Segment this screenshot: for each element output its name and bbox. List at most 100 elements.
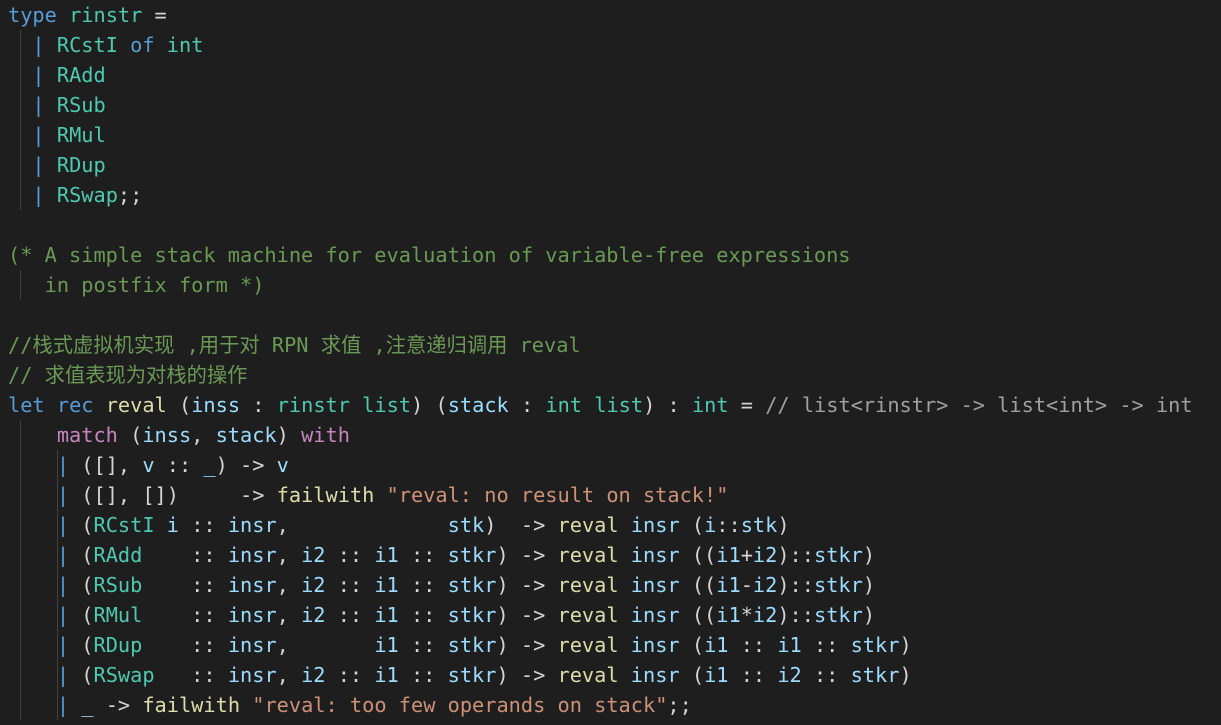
- code-token: ::: [325, 603, 375, 627]
- code-token: insr: [227, 513, 277, 537]
- indent-guide: [20, 90, 22, 120]
- code-token: RMul: [93, 603, 143, 627]
- code-token: ): [643, 393, 656, 417]
- code-token: |: [32, 33, 45, 57]
- code-token: RMul: [56, 123, 106, 147]
- code-line[interactable]: | (RAdd :: insr, i2 :: i1 :: stkr) -> re…: [0, 540, 1221, 570]
- code-token: ,: [276, 513, 448, 537]
- indent-guide: [20, 450, 22, 480]
- code-token: ;;: [117, 183, 143, 207]
- code-line[interactable]: [0, 210, 1221, 240]
- code-token: |: [56, 663, 70, 687]
- indent-guide: [57, 480, 58, 510]
- code-token: |: [56, 513, 70, 537]
- code-token: rec: [56, 393, 94, 417]
- code-token: "reval: too few operands on stack": [252, 693, 668, 717]
- code-line[interactable]: // 求值表现为对栈的操作: [0, 360, 1221, 390]
- code-token: |: [56, 603, 70, 627]
- code-line[interactable]: | RCstI of int: [0, 30, 1221, 60]
- code-token: RAdd: [56, 63, 106, 87]
- code-line[interactable]: //栈式虚拟机实现 ,用于对 RPN 求值 ,注意递归调用 reval: [0, 330, 1221, 360]
- code-token: (: [69, 603, 94, 627]
- code-token: i1: [374, 573, 399, 597]
- code-line[interactable]: | RAdd: [0, 60, 1221, 90]
- code-line[interactable]: | RSwap;;: [0, 180, 1221, 210]
- code-token: _: [81, 693, 94, 717]
- code-token: stack: [447, 393, 509, 417]
- code-token: insr: [227, 663, 277, 687]
- code-token: ((: [679, 603, 717, 627]
- code-line[interactable]: [0, 300, 1221, 330]
- code-token: stkr: [813, 573, 863, 597]
- code-token: |: [56, 633, 70, 657]
- code-token: i1: [374, 543, 399, 567]
- code-token: |: [32, 183, 45, 207]
- code-token: |: [56, 573, 70, 597]
- code-token: i2: [752, 573, 778, 597]
- code-line[interactable]: let rec reval (inss : rinstr list) (stac…: [0, 390, 1221, 420]
- code-token: i2: [752, 603, 778, 627]
- code-token: ::: [801, 663, 851, 687]
- code-token: ((: [679, 573, 717, 597]
- code-line[interactable]: type rinstr =: [0, 0, 1221, 30]
- code-token: i2: [752, 543, 778, 567]
- code-token: (: [69, 543, 94, 567]
- code-line[interactable]: | (RDup :: insr, i1 :: stkr) -> reval in…: [0, 630, 1221, 660]
- code-token: |: [32, 153, 45, 177]
- code-line[interactable]: | RSub: [0, 90, 1221, 120]
- code-token: in postfix form *): [8, 273, 265, 297]
- code-token: ::: [154, 663, 228, 687]
- code-line[interactable]: (* A simple stack machine for evaluation…: [0, 240, 1221, 270]
- code-token: RSwap: [56, 183, 118, 207]
- code-line[interactable]: | RMul: [0, 120, 1221, 150]
- code-line[interactable]: match (inss, stack) with: [0, 420, 1221, 450]
- code-token: stkr: [850, 663, 900, 687]
- code-token: int: [166, 33, 204, 57]
- indent-guide: [20, 660, 22, 690]
- code-token: |: [32, 63, 45, 87]
- code-token: stkr: [813, 603, 863, 627]
- indent-guide: [57, 630, 58, 660]
- code-line[interactable]: | ([], []) -> failwith "reval: no result…: [0, 480, 1221, 510]
- code-line[interactable]: | (RCstI i :: insr, stk) -> reval insr (…: [0, 510, 1221, 540]
- code-token: (: [679, 633, 705, 657]
- code-editor[interactable]: type rinstr = | RCstI of int | RAdd | RS…: [0, 0, 1221, 725]
- code-token: i: [704, 513, 717, 537]
- code-token: *: [740, 603, 753, 627]
- code-token: ::: [398, 603, 448, 627]
- code-line[interactable]: in postfix form *): [0, 270, 1221, 300]
- code-token: ([], []) ->: [69, 483, 277, 507]
- code-token: stkr: [447, 663, 497, 687]
- indent-guide: [57, 570, 58, 600]
- code-line[interactable]: | (RSwap :: insr, i2 :: i1 :: stkr) -> r…: [0, 660, 1221, 690]
- code-token: match: [56, 423, 118, 447]
- code-token: ,: [276, 633, 375, 657]
- code-line[interactable]: | (RMul :: insr, i2 :: i1 :: stkr) -> re…: [0, 600, 1221, 630]
- code-token: (: [117, 423, 143, 447]
- code-token: (: [69, 663, 94, 687]
- code-line[interactable]: | (RSub :: insr, i2 :: i1 :: stkr) -> re…: [0, 570, 1221, 600]
- code-line[interactable]: | ([], v :: _) -> v: [0, 450, 1221, 480]
- code-token: (: [679, 513, 705, 537]
- code-token: i1: [374, 603, 399, 627]
- code-line[interactable]: | RDup: [0, 150, 1221, 180]
- code-token: =: [728, 393, 766, 417]
- code-token: ,: [276, 543, 302, 567]
- code-token: ,: [276, 663, 302, 687]
- code-token: ::: [325, 573, 375, 597]
- code-token: ) ->: [496, 633, 558, 657]
- code-token: v: [142, 453, 155, 477]
- code-token: RSub: [93, 573, 143, 597]
- code-token: inss: [142, 423, 192, 447]
- code-line[interactable]: | _ -> failwith "reval: too few operands…: [0, 690, 1221, 720]
- code-token: v: [276, 453, 289, 477]
